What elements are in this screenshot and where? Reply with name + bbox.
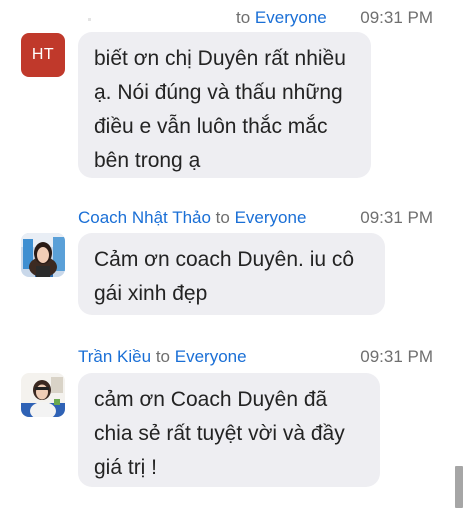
- sender-name[interactable]: Coach Nhật Thảo: [78, 208, 211, 227]
- chat-message-list[interactable]: to Everyone 09:31 PM HT biết ơn chị Duyê…: [0, 0, 463, 514]
- message-time: 09:31 PM: [360, 208, 433, 227]
- message-bubble[interactable]: biết ơn chị Duyên rất nhiều ạ. Nói đúng …: [78, 32, 371, 178]
- profile-photo-icon: [21, 373, 65, 417]
- scrollbar-track[interactable]: [455, 0, 463, 514]
- chat-message: Trần Kiều to Everyone 09:31 PM cảm ơn Co…: [0, 345, 455, 495]
- to-label: to: [155, 347, 170, 366]
- message-meta: Coach Nhật Thảo to Everyone 09:31 PM: [78, 206, 455, 230]
- recipient-link[interactable]: Everyone: [175, 347, 247, 366]
- message-meta: to Everyone 09:31 PM: [236, 6, 455, 30]
- message-time: 09:31 PM: [360, 347, 433, 366]
- profile-photo-icon: [21, 233, 65, 277]
- message-time: 09:31 PM: [360, 8, 433, 27]
- recipient-link[interactable]: Everyone: [235, 208, 307, 227]
- message-meta: Trần Kiều to Everyone 09:31 PM: [78, 345, 455, 369]
- avatar: HT: [21, 33, 65, 77]
- chat-message: Coach Nhật Thảo to Everyone 09:31 PM Cảm…: [0, 206, 455, 318]
- message-bubble[interactable]: cảm ơn Coach Duyên đã chia sẻ rất tuyệt …: [78, 373, 380, 487]
- sender-name[interactable]: Trần Kiều: [78, 347, 151, 366]
- scrollbar-thumb[interactable]: [455, 466, 463, 508]
- to-label: to: [236, 8, 251, 27]
- recipient-link[interactable]: Everyone: [255, 8, 327, 27]
- message-bubble[interactable]: Cảm ơn coach Duyên. iu cô gái xinh đẹp: [78, 233, 385, 315]
- to-label: to: [215, 208, 230, 227]
- chat-message: to Everyone 09:31 PM HT biết ơn chị Duyê…: [0, 6, 455, 186]
